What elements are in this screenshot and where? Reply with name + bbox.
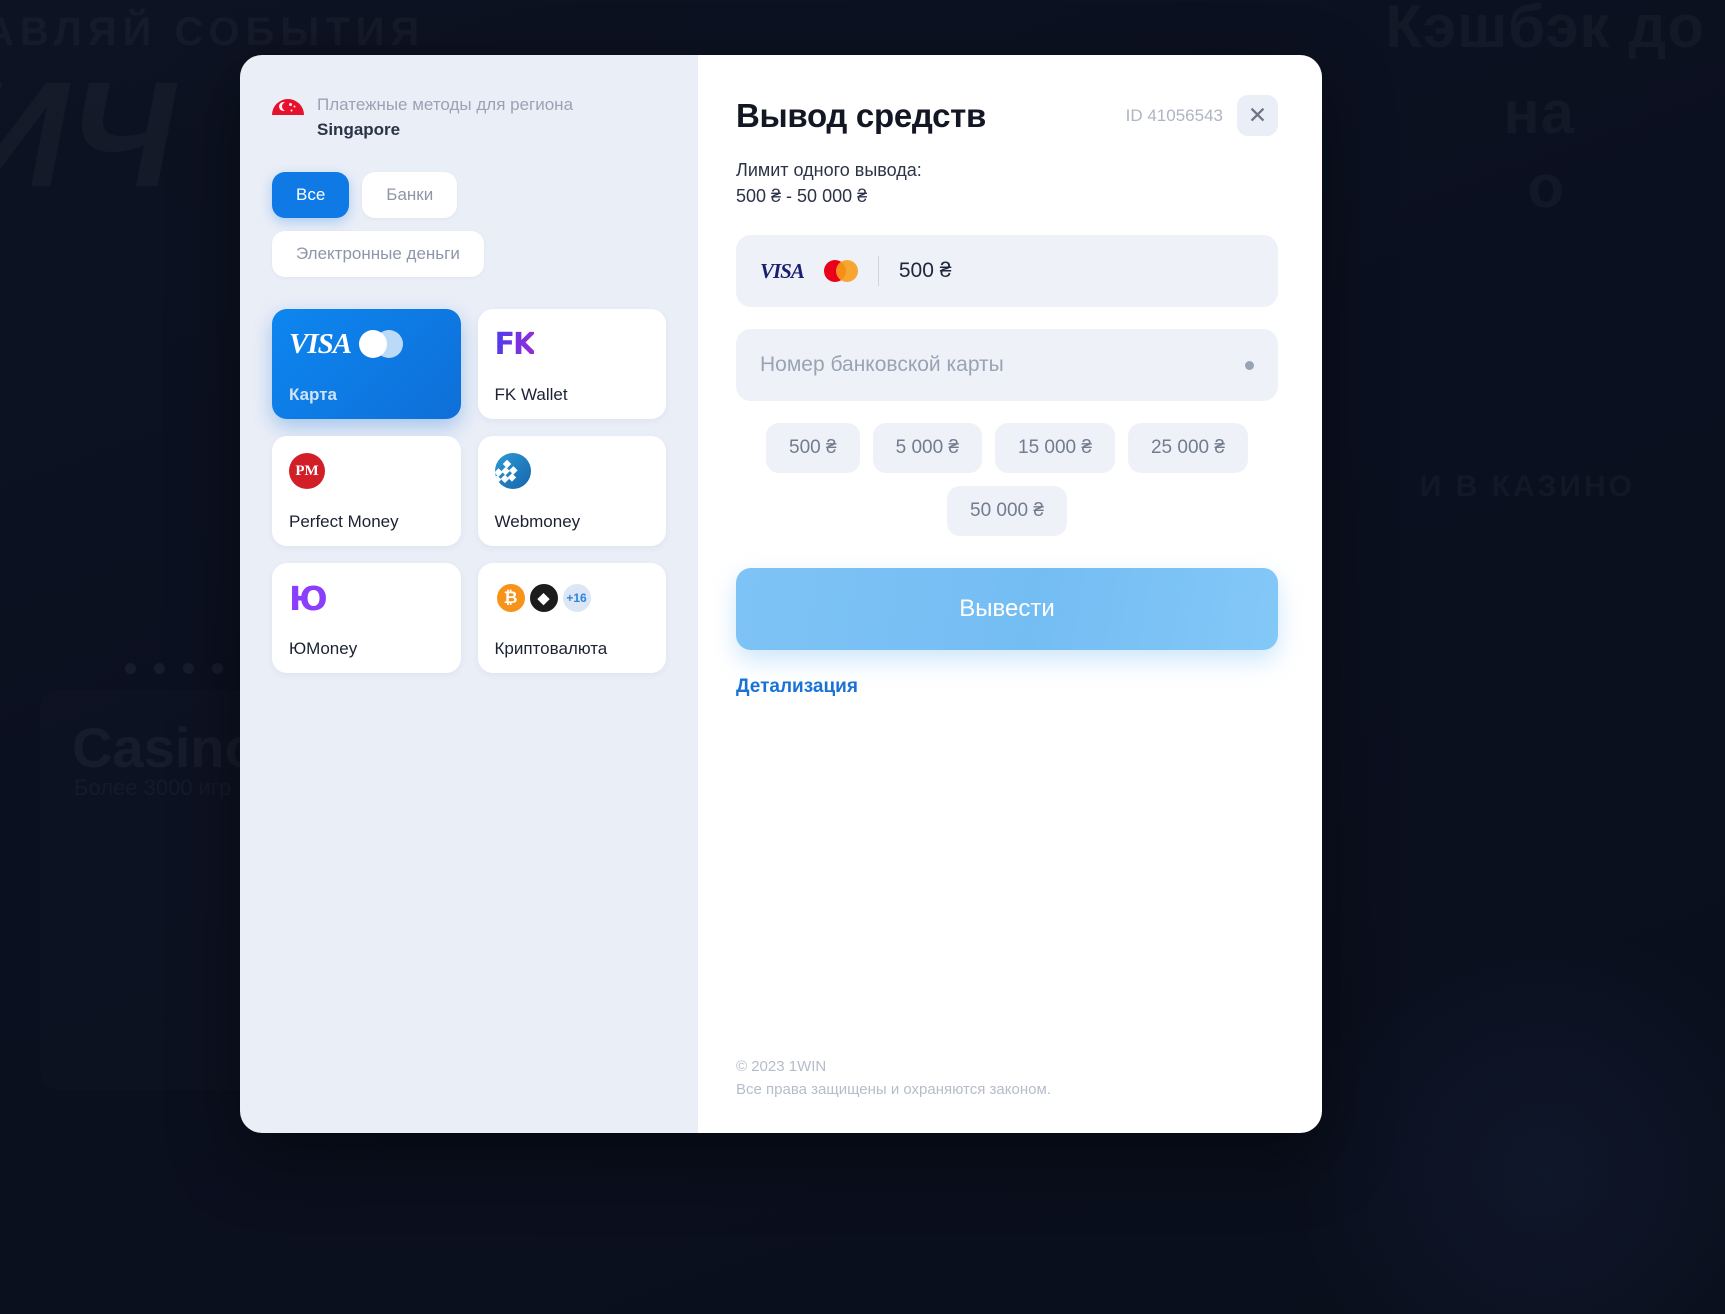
mastercard-icon (359, 330, 404, 359)
background-headline-right-2: на (1503, 78, 1575, 147)
webmoney-icon (494, 453, 650, 490)
background-headline-right-3: о (1527, 152, 1565, 221)
background-casino-title: Casino (72, 715, 259, 780)
quick-amount-15000[interactable]: 15 000 ₴ (995, 423, 1115, 474)
amount-value: 500 ₴ (898, 259, 952, 283)
payment-method-label: Криптовалюта (494, 639, 608, 659)
background-headline-right-1: Кэшбэк до (1385, 0, 1705, 61)
field-divider (877, 256, 879, 287)
payment-method-label: Perfect Money (289, 512, 399, 532)
payment-methods-panel: Платежные методы для региона Singapore В… (240, 55, 698, 1133)
footer-rights: Все права защищены и охраняются законом. (736, 1080, 1051, 1098)
crypto-count-badge: +16 (560, 582, 593, 615)
details-link[interactable]: Детализация (736, 676, 858, 698)
card-number-input[interactable]: Номер банковской карты (736, 329, 1278, 402)
perfect-money-icon: PM (289, 453, 444, 490)
payment-method-label: FK Wallet (494, 385, 568, 405)
filter-chip-all[interactable]: Все (272, 172, 350, 219)
user-id-label: ID 41056543 (1125, 105, 1223, 125)
payment-method-label: ЮMoney (289, 639, 358, 659)
background-headline-left-big: ИЧ (0, 48, 176, 221)
filter-chip-banks[interactable]: Банки (362, 172, 458, 219)
quick-amount-group: 500 ₴ 5 000 ₴ 15 000 ₴ 25 000 ₴ 50 000 ₴ (736, 423, 1278, 537)
payment-method-webmoney[interactable]: Webmoney (477, 436, 666, 547)
form-header: Вывод средств ID 41056543 ✕ (736, 95, 1278, 136)
payment-method-yoomoney[interactable]: Ю ЮMoney (272, 563, 461, 674)
quick-amount-25000[interactable]: 25 000 ₴ (1127, 423, 1248, 474)
payment-method-grid: VISA Карта FK FK Wallet PM Perfect Money (272, 309, 666, 674)
background-glow (1285, 914, 1725, 1314)
visa-logo-text: VISA (760, 258, 805, 283)
payment-method-crypto[interactable]: ₿ ◆ +16 Криптовалюта (477, 563, 666, 674)
limit-caption: Лимит одного вывода: (736, 160, 922, 180)
method-filter-group: Все Банки Электронные деньги (272, 172, 522, 278)
payment-method-label: Карта (289, 385, 337, 405)
region-name: Singapore (317, 119, 401, 139)
payment-method-card[interactable]: VISA Карта (272, 309, 461, 420)
crypto-icon: ₿ ◆ +16 (494, 580, 650, 616)
filter-chip-emoney[interactable]: Электронные деньги (272, 231, 484, 278)
close-icon[interactable]: ✕ (1237, 95, 1278, 136)
limit-range: 500 ₴ - 50 000 ₴ (736, 185, 868, 206)
withdraw-button[interactable]: Вывести (736, 568, 1278, 651)
quick-amount-50000[interactable]: 50 000 ₴ (947, 486, 1067, 537)
amount-input[interactable]: VISA 500 ₴ (736, 235, 1278, 308)
fk-logo-text: FK (494, 326, 537, 362)
payment-method-fk-wallet[interactable]: FK FK Wallet (477, 309, 666, 420)
ethereum-icon: ◆ (527, 582, 560, 615)
payment-method-perfect-money[interactable]: PM Perfect Money (272, 436, 461, 547)
card-field-indicator-icon (1245, 360, 1254, 370)
background-tagline-right: И В КАЗИНО (1420, 470, 1635, 504)
background-casino-subtitle: Более 3000 игр (74, 775, 231, 801)
visa-mastercard-icon: VISA (289, 326, 444, 362)
yoomoney-icon: Ю (289, 578, 328, 618)
quick-amount-500[interactable]: 500 ₴ (766, 423, 860, 474)
fk-wallet-icon: FK (495, 326, 650, 362)
pm-logo-text: PM (289, 453, 325, 490)
payment-method-label: Webmoney (494, 512, 581, 532)
withdrawal-modal: Платежные методы для региона Singapore В… (240, 55, 1322, 1133)
region-header: Платежные методы для региона Singapore (272, 93, 666, 142)
footer-copyright: © 2023 1WIN (736, 1058, 827, 1075)
footer: © 2023 1WIN Все права защищены и охраняю… (736, 1056, 1051, 1101)
bitcoin-icon: ₿ (494, 582, 527, 615)
visa-logo-text: VISA (289, 327, 352, 360)
mastercard-icon (823, 260, 858, 283)
withdrawal-limit-text: Лимит одного вывода: 500 ₴ - 50 000 ₴ (736, 158, 1278, 209)
quick-amount-5000[interactable]: 5 000 ₴ (872, 423, 982, 474)
singapore-flag-icon (272, 99, 304, 115)
withdrawal-form-panel: Вывод средств ID 41056543 ✕ Лимит одного… (698, 55, 1322, 1133)
region-label: Платежные методы для региона (317, 95, 574, 114)
page-title: Вывод средств (736, 96, 986, 134)
card-number-placeholder: Номер банковской карты (760, 353, 1004, 377)
